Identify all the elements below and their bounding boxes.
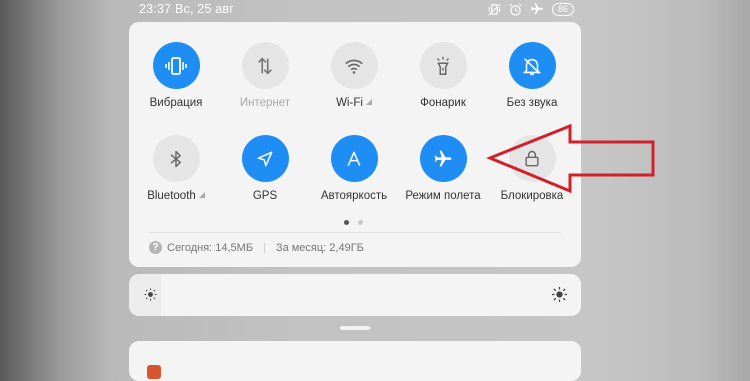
data-usage-row[interactable]: ? Сегодня: 14,5МБ | За месяц: 2,49ГБ <box>149 241 364 254</box>
data-usage-separator: | <box>263 241 266 254</box>
data-usage-today: Сегодня: 14,5МБ <box>167 241 254 254</box>
brightness-high-icon <box>552 287 567 302</box>
expand-triangle-icon <box>365 99 372 105</box>
divider <box>149 232 561 233</box>
toggle-flashlight[interactable]: Фонарик <box>398 42 488 109</box>
toggle-flashlight-label: Фонарик <box>420 97 466 109</box>
toggle-vibration-circle[interactable] <box>152 42 200 89</box>
brightness-slider[interactable] <box>129 274 581 316</box>
lock-icon <box>525 150 539 166</box>
toggle-bluetooth-circle[interactable] <box>152 135 200 182</box>
battery-indicator: 86 <box>551 2 574 16</box>
toggle-vibration[interactable]: Вибрация <box>131 42 221 109</box>
status-time-date: 23:37 Вс, 25 авг <box>139 2 235 16</box>
toggle-silent-label: Без звука <box>506 97 558 109</box>
toggle-auto-brightness[interactable]: Автояркость <box>309 135 399 202</box>
wifi-label-text: Wi-Fi <box>336 97 363 109</box>
vibrate-off-icon <box>488 3 501 16</box>
expand-triangle-icon <box>198 192 205 198</box>
airplane-icon <box>434 150 452 166</box>
alarm-icon <box>509 3 522 16</box>
page-dot-2[interactable] <box>358 220 363 225</box>
location-icon <box>257 151 273 166</box>
toggle-internet-circle[interactable] <box>241 42 289 89</box>
status-icons: 86 <box>488 2 574 16</box>
notification-card[interactable] <box>129 341 581 381</box>
toggle-internet-label: Интернет <box>239 97 291 109</box>
toggle-gps[interactable]: GPS <box>220 135 310 202</box>
toggle-bluetooth[interactable]: Bluetooth <box>131 135 221 202</box>
toggle-wifi-circle[interactable] <box>330 42 378 89</box>
vibrate-icon <box>165 56 187 75</box>
toggle-airplane-mode-label: Режим полета <box>405 190 481 202</box>
toggle-wifi[interactable]: Wi-Fi <box>309 42 399 109</box>
toggle-silent-circle[interactable] <box>508 42 556 89</box>
toggle-vibration-label: Вибрация <box>149 97 203 109</box>
mobile-data-icon <box>257 56 273 75</box>
toggle-flashlight-circle[interactable] <box>419 42 467 89</box>
flashlight-icon <box>437 56 449 75</box>
toggle-screen-lock[interactable]: Блокировка <box>487 135 577 202</box>
bluetooth-icon <box>170 150 181 167</box>
toggle-airplane-mode-circle[interactable] <box>419 135 467 182</box>
data-usage-month: За месяц: 2,49ГБ <box>275 241 364 254</box>
help-icon: ? <box>149 241 162 254</box>
toggle-silent[interactable]: Без звука <box>487 42 577 109</box>
quick-settings-panel: Вибрация Интернет Wi-Fi Фонарик Без звук… <box>129 22 581 267</box>
toggle-auto-brightness-circle[interactable] <box>330 135 378 182</box>
bell-off-icon <box>522 57 542 75</box>
status-bar: 23:37 Вс, 25 авг 86 <box>0 0 750 20</box>
airplane-status-icon <box>530 2 544 16</box>
bluetooth-label-text: Bluetooth <box>147 190 196 202</box>
toggle-gps-circle[interactable] <box>241 135 289 182</box>
toggle-bluetooth-label: Bluetooth <box>131 190 221 202</box>
toggle-wifi-label: Wi-Fi <box>309 97 399 109</box>
page-dot-1[interactable] <box>344 220 349 225</box>
toggle-gps-label: GPS <box>252 190 278 202</box>
wifi-icon <box>345 59 363 74</box>
auto-brightness-icon <box>347 151 361 166</box>
drag-handle[interactable] <box>340 326 370 330</box>
toggle-screen-lock-circle[interactable] <box>508 135 556 182</box>
notification-app-icon <box>147 365 161 379</box>
toggle-auto-brightness-label: Автояркость <box>320 190 388 202</box>
toggle-screen-lock-label: Блокировка <box>500 190 564 202</box>
brightness-low-icon <box>144 288 157 301</box>
toggle-airplane-mode[interactable]: Режим полета <box>398 135 488 202</box>
toggle-internet[interactable]: Интернет <box>220 42 310 109</box>
page-indicator <box>344 220 363 225</box>
